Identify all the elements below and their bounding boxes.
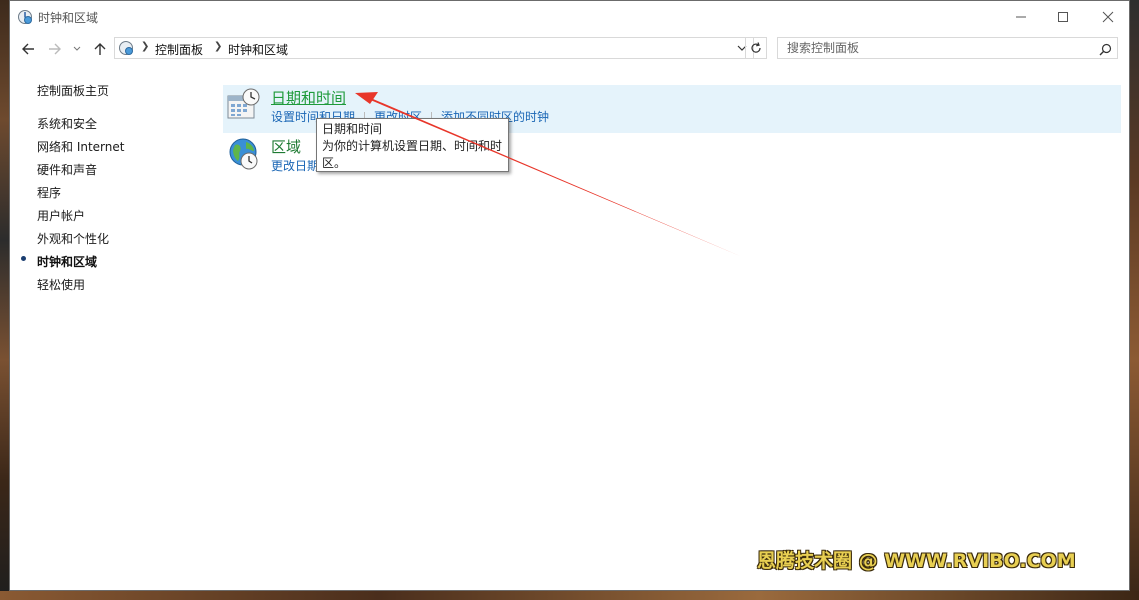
- sidebar-item-home[interactable]: 控制面板主页: [37, 82, 109, 99]
- date-time-tooltip: 日期和时间 为你的计算机设置日期、时间和时 区。: [316, 118, 509, 172]
- search-box[interactable]: [777, 37, 1118, 59]
- sidebar-item-hardware-sound[interactable]: 硬件和声音: [37, 161, 97, 178]
- sidebar-item-system-security[interactable]: 系统和安全: [37, 115, 97, 132]
- region-sublinks: 更改日期: [271, 157, 319, 174]
- arrow-up-icon: [94, 43, 106, 55]
- sidebar-item-network-internet[interactable]: 网络和 Internet: [37, 138, 124, 155]
- breadcrumb-separator-icon[interactable]: ❯: [141, 41, 149, 52]
- search-icon[interactable]: [1099, 41, 1112, 60]
- window-title: 时钟和区域: [38, 11, 99, 25]
- breadcrumb-clock-region[interactable]: 时钟和区域: [228, 41, 288, 58]
- title-bar[interactable]: 时钟和区域: [10, 1, 1129, 32]
- sidebar-item-user-accounts[interactable]: 用户帐户: [37, 207, 85, 224]
- change-date-format-link[interactable]: 更改日期: [271, 157, 319, 174]
- desktop-background-left: [0, 0, 9, 600]
- address-bar[interactable]: ❯ 控制面板 ❯ 时钟和区域: [114, 37, 754, 59]
- region-title-link[interactable]: 区域: [271, 136, 301, 157]
- date-time-title-link[interactable]: 日期和时间: [271, 87, 346, 108]
- control-panel-window: 时钟和区域 ❯ 控制面板 ❯ 时钟和区域 搜索控制面板 控制面板主页 系统和安全…: [9, 0, 1130, 591]
- minimize-button[interactable]: [998, 1, 1044, 32]
- forward-button[interactable]: [45, 39, 65, 59]
- tooltip-title: 日期和时间: [322, 122, 383, 136]
- sidebar-item-appearance[interactable]: 外观和个性化: [37, 230, 109, 247]
- control-panel-app-icon: [17, 9, 33, 29]
- search-input[interactable]: [778, 38, 1087, 58]
- desktop-background-bottom: [0, 591, 1139, 600]
- maximize-button[interactable]: [1040, 1, 1086, 32]
- sidebar-item-programs[interactable]: 程序: [37, 184, 61, 201]
- up-button[interactable]: [90, 39, 110, 59]
- control-panel-small-icon: [118, 40, 134, 60]
- arrow-left-icon: [22, 43, 34, 55]
- tooltip-description-line1: 为你的计算机设置日期、时间和时: [322, 139, 503, 153]
- tooltip-description-line2: 区。: [322, 156, 347, 170]
- chevron-down-icon: [73, 46, 81, 51]
- refresh-icon: [751, 42, 761, 53]
- breadcrumb-separator-icon[interactable]: ❯: [214, 41, 222, 52]
- watermark-text: 恩腾技术圈 @ WWW.RVIBO.COM: [757, 550, 1076, 572]
- close-button[interactable]: [1085, 1, 1131, 32]
- sidebar-item-clock-region[interactable]: 时钟和区域: [37, 253, 97, 270]
- recent-locations-button[interactable]: [71, 39, 83, 59]
- back-button[interactable]: [18, 39, 38, 59]
- sidebar-item-ease-of-access[interactable]: 轻松使用: [37, 276, 85, 293]
- arrow-right-icon: [49, 43, 61, 55]
- breadcrumb-control-panel[interactable]: 控制面板: [155, 41, 203, 58]
- refresh-button[interactable]: [745, 37, 767, 59]
- globe-clock-icon[interactable]: [227, 137, 261, 175]
- desktop-background-right: [1130, 0, 1139, 600]
- calendar-clock-icon[interactable]: [227, 88, 261, 124]
- active-item-bullet: [21, 256, 26, 261]
